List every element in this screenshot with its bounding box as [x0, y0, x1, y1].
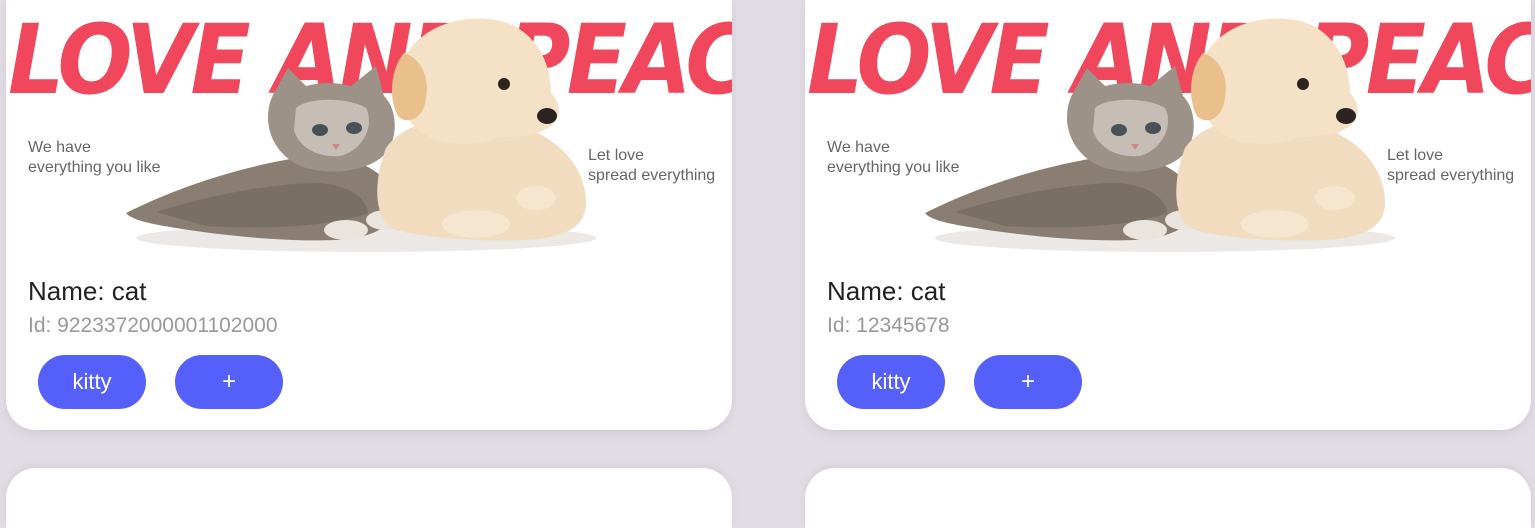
pet-banner-image: LOVE AND PEACE We have everything you li…: [6, 0, 732, 256]
pet-id: Id: 9223372000001102000: [28, 314, 278, 337]
banner-caption-right-line: spread everything: [588, 167, 716, 184]
tag-kitty-button[interactable]: kitty: [837, 355, 945, 409]
banner-caption-right: Let love spread everything: [588, 146, 715, 186]
tag-kitty-button[interactable]: kitty: [38, 355, 146, 409]
banner-caption-right-line: spread everything: [1387, 167, 1515, 184]
banner-caption-left-line: We have: [827, 139, 890, 156]
pet-name: Name: cat: [28, 276, 147, 306]
pet-card-partial: [6, 468, 732, 528]
banner-caption-left: We have everything you like: [827, 138, 960, 178]
add-tag-button[interactable]: +: [175, 355, 283, 409]
banner-caption-left-line: We have: [28, 139, 91, 156]
kitten-and-puppy-illustration: [126, 18, 596, 252]
pet-card-partial: [805, 468, 1531, 528]
pet-card: LOVE AND PEACE We have everything you li…: [6, 0, 732, 430]
pet-card: LOVE AND PEACE We have everything you li…: [805, 0, 1531, 430]
banner-caption-left-line: everything you like: [28, 159, 161, 176]
banner-caption-right-line: Let love: [1387, 147, 1444, 164]
banner-caption-right-line: Let love: [588, 147, 645, 164]
banner-caption-left: We have everything you like: [28, 138, 161, 178]
banner-caption-left-line: everything you like: [827, 159, 960, 176]
pet-name: Name: cat: [827, 276, 946, 306]
pet-banner-image: LOVE AND PEACE We have everything you li…: [805, 0, 1531, 256]
pet-id: Id: 12345678: [827, 314, 950, 337]
banner-caption-right: Let love spread everything: [1387, 146, 1514, 186]
kitten-and-puppy-illustration: [925, 18, 1395, 252]
add-tag-button[interactable]: +: [974, 355, 1082, 409]
